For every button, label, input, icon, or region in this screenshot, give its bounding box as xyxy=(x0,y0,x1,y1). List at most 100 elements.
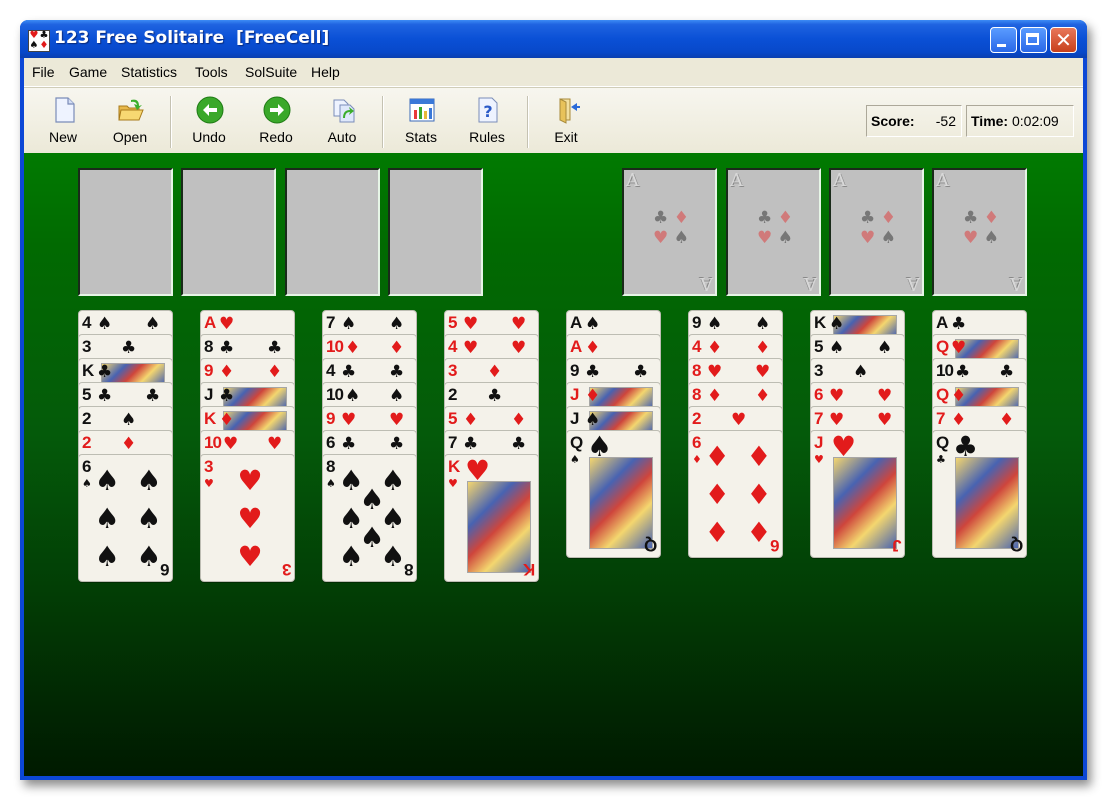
menu-tools[interactable]: Tools xyxy=(195,64,228,80)
open-button[interactable]: Open xyxy=(100,94,160,148)
suit-icon: ♣ xyxy=(953,430,979,463)
card-rank: 2 xyxy=(448,385,458,404)
playing-card[interactable]: J ♥ ♥ J xyxy=(810,430,905,558)
exit-label: Exit xyxy=(554,129,578,145)
suit-icon: ♠ xyxy=(82,477,92,490)
card-rank: 5 xyxy=(814,337,824,356)
exit-button[interactable]: Exit xyxy=(536,94,596,148)
foundation-pile[interactable]: A ♣ ♦ ♥ ♠ A xyxy=(932,168,1027,296)
suit-icon: ♦ xyxy=(999,410,1015,430)
card-rank: 2 xyxy=(692,409,702,428)
new-label: New xyxy=(48,129,77,145)
auto-label: Auto xyxy=(327,129,357,145)
card-rank: 3 xyxy=(814,361,824,380)
card-rank-bottom: K xyxy=(522,560,535,579)
rules-label: Rules xyxy=(469,129,505,145)
menu-game[interactable]: Game xyxy=(69,64,107,80)
stats-button[interactable]: Stats xyxy=(391,94,451,148)
playing-card[interactable]: K ♥ ♥ K xyxy=(444,454,539,582)
suit-icon: ♥ xyxy=(829,386,845,406)
suit-pip: ♦ xyxy=(746,516,772,550)
rules-button[interactable]: ? Rules xyxy=(457,94,517,148)
playing-card[interactable]: Q ♣ ♣ Q xyxy=(932,430,1027,558)
card-rank: 4 xyxy=(326,361,336,380)
free-cell[interactable] xyxy=(78,168,173,296)
free-cell[interactable] xyxy=(181,168,276,296)
suit-icon: ♦ xyxy=(345,338,361,358)
suit-icon: ♣ xyxy=(936,453,946,466)
suit-icon: ♥ xyxy=(877,410,893,430)
suit-icon: ♠ xyxy=(145,314,161,334)
suit-icon: ♠ xyxy=(587,430,613,463)
minimize-button[interactable] xyxy=(990,27,1017,53)
undo-button[interactable]: Undo xyxy=(179,94,239,148)
suit-icon: ♥ xyxy=(951,338,967,358)
foundation-pile[interactable]: A ♣ ♦ ♥ ♠ A xyxy=(829,168,924,296)
app-icon-suit: ♦ xyxy=(39,40,49,51)
exit-door-icon xyxy=(559,98,580,124)
card-rank-bottom: Q xyxy=(1009,536,1023,555)
suit-icon: ♥ xyxy=(877,386,893,406)
card-rank: 9 xyxy=(570,361,580,380)
suit-pip: ♦ xyxy=(704,516,730,550)
redo-button[interactable]: Redo xyxy=(246,94,306,148)
menu-statistics[interactable]: Statistics xyxy=(121,64,177,80)
suit-icon: ♣ xyxy=(341,362,357,382)
time-display: Time: 0:02:09 xyxy=(966,105,1074,137)
free-cell[interactable] xyxy=(388,168,483,296)
game-table: A ♣ ♦ ♥ ♠ A A ♣ ♦ ♥ ♠ A A ♣ ♦ ♥ ♠ A A ♣ ♦ ♥ … xyxy=(24,153,1083,776)
suit-icon: ♠ xyxy=(585,314,601,334)
playing-card[interactable]: 6 ♠ ♠ ♠ ♠ ♠ ♠ ♠ 6 xyxy=(78,454,173,582)
suit-pip: ♠ xyxy=(94,502,120,535)
close-button[interactable]: ✕ xyxy=(1050,27,1077,53)
foundation-placeholder: A xyxy=(700,273,713,294)
title-bar[interactable]: ♥ ♣ ♠ ♦ 123 Free Solitaire [FreeCell] ✕ xyxy=(20,20,1087,58)
foundation-suits-icon: ♣ ♦ ♥ ♠ xyxy=(860,208,896,248)
suit-pip: ♠ xyxy=(136,463,162,497)
suit-pip: ♠ xyxy=(136,540,162,574)
suit-icon: ♦ xyxy=(219,410,235,430)
score-value: -52 xyxy=(935,113,956,129)
menu-bar: File Game Statistics Tools SolSuite Help xyxy=(24,58,1083,87)
card-rank: A xyxy=(570,337,582,356)
suit-icon: ♠ xyxy=(97,314,113,334)
playing-card[interactable]: 3 ♥ ♥ ♥ ♥ 3 xyxy=(200,454,295,582)
card-rank: 10 xyxy=(204,433,222,452)
suit-icon: ♣ xyxy=(955,362,971,382)
menu-help[interactable]: Help xyxy=(311,64,340,80)
undo-label: Undo xyxy=(192,129,226,145)
suit-pip: ♦ xyxy=(704,439,730,473)
open-label: Open xyxy=(112,129,148,145)
suit-icon: ♠ xyxy=(389,386,405,406)
suit-pip: ♦ xyxy=(704,478,730,511)
suit-icon: ♣ xyxy=(341,434,357,454)
suit-icon: ♦ xyxy=(511,410,527,430)
suit-icon: ♠ xyxy=(121,410,137,430)
time-value: 0:02:09 xyxy=(1011,113,1059,129)
close-icon: ✕ xyxy=(1055,28,1072,52)
suit-icon: ♦ xyxy=(755,386,771,406)
new-button[interactable]: New xyxy=(33,94,93,148)
app-icon: ♥ ♣ ♠ ♦ xyxy=(28,30,50,52)
card-rank: 6 xyxy=(814,385,824,404)
suit-icon: ♥ xyxy=(707,362,723,382)
playing-card[interactable]: 8 ♠ ♠ ♠ ♠ ♠ ♠ ♠ ♠ ♠ 8 xyxy=(322,454,417,582)
foundation-pile[interactable]: A ♣ ♦ ♥ ♠ A xyxy=(726,168,821,296)
playing-card[interactable]: 6 ♦ ♦ ♦ ♦ ♦ ♦ ♦ 6 xyxy=(688,430,783,558)
foundation-pile[interactable]: A ♣ ♦ ♥ ♠ A xyxy=(622,168,717,296)
card-rank: 6 xyxy=(692,433,702,452)
card-rank: 7 xyxy=(448,433,458,452)
suit-icon: ♥ xyxy=(755,362,771,382)
free-cell[interactable] xyxy=(285,168,380,296)
playing-card[interactable]: Q ♠ ♠ Q xyxy=(566,430,661,558)
menu-solsuite[interactable]: SolSuite xyxy=(245,64,297,80)
card-rank: 3 xyxy=(204,457,214,476)
card-rank: 8 xyxy=(692,361,702,380)
toolbar-separator xyxy=(527,96,529,148)
auto-button[interactable]: Auto xyxy=(312,94,372,148)
menu-file[interactable]: File xyxy=(32,64,55,80)
maximize-button[interactable] xyxy=(1020,27,1047,53)
suit-pip: ♠ xyxy=(94,463,120,497)
redo-label: Redo xyxy=(259,129,293,145)
card-rank: K xyxy=(204,409,216,428)
